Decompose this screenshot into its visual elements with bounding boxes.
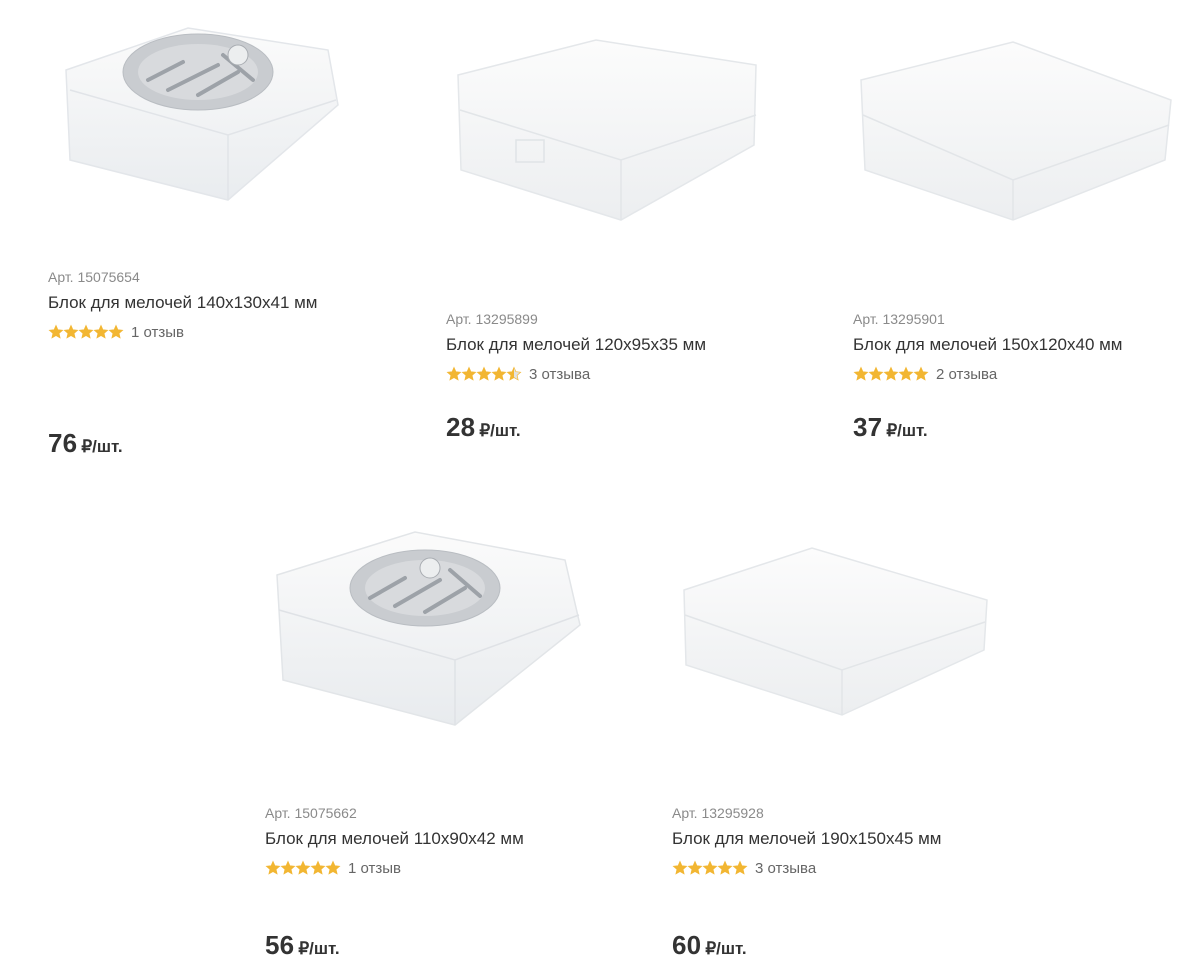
product-image[interactable] <box>446 20 776 260</box>
star-icon <box>732 860 748 875</box>
rating-stars <box>446 366 522 382</box>
star-icon <box>280 860 296 875</box>
rating-stars <box>265 860 341 876</box>
star-icon <box>78 324 94 339</box>
star-icon <box>506 366 522 381</box>
price-unit: ₽/шт. <box>705 939 747 958</box>
storage-box-with-label-icon <box>65 27 339 201</box>
article-number: Арт. 13295901 <box>853 311 945 327</box>
reviews-count[interactable]: 2 отзыва <box>936 366 997 383</box>
star-icon <box>687 860 703 875</box>
article-number: Арт. 13295928 <box>672 805 764 821</box>
reviews-count[interactable]: 3 отзыва <box>529 366 590 383</box>
star-icon <box>461 366 477 381</box>
product-image[interactable] <box>48 10 378 250</box>
reviews-count[interactable]: 3 отзыва <box>755 860 816 877</box>
product-title[interactable]: Блок для мелочей 110x90x42 мм <box>265 828 595 850</box>
rating-stars <box>48 324 124 340</box>
star-icon <box>265 860 281 875</box>
star-icon <box>446 366 462 381</box>
storage-box-icon <box>683 547 988 716</box>
price: 37 ₽/шт. <box>853 412 928 443</box>
storage-box-icon <box>457 39 757 221</box>
product-title[interactable]: Блок для мелочей 120x95x35 мм <box>446 334 776 356</box>
price: 56 ₽/шт. <box>265 930 340 961</box>
rating[interactable]: 1 отзыв <box>265 859 595 877</box>
reviews-count[interactable]: 1 отзыв <box>131 324 184 341</box>
star-icon <box>295 860 311 875</box>
price-value: 37 <box>853 412 883 442</box>
star-icon <box>702 860 718 875</box>
star-icon <box>898 366 914 381</box>
star-icon <box>63 324 79 339</box>
price-unit: ₽/шт. <box>886 421 928 440</box>
price-value: 28 <box>446 412 476 442</box>
rating-stars <box>853 366 929 382</box>
price: 60 ₽/шт. <box>672 930 747 961</box>
price: 76 ₽/шт. <box>48 428 123 459</box>
article-number: Арт. 15075662 <box>265 805 357 821</box>
price: 28 ₽/шт. <box>446 412 521 443</box>
rating[interactable]: 3 отзыва <box>672 859 1002 877</box>
price-value: 60 <box>672 930 702 960</box>
star-icon <box>325 860 341 875</box>
rating[interactable]: 3 отзыва <box>446 365 776 383</box>
rating[interactable]: 1 отзыв <box>48 323 378 341</box>
star-icon <box>48 324 64 339</box>
reviews-count[interactable]: 1 отзыв <box>348 860 401 877</box>
price-value: 76 <box>48 428 78 458</box>
price-unit: ₽/шт. <box>81 437 123 456</box>
rating-stars <box>672 860 748 876</box>
rating[interactable]: 2 отзыва <box>853 365 1183 383</box>
star-icon <box>108 324 124 339</box>
product-title[interactable]: Блок для мелочей 190x150x45 мм <box>672 828 1002 850</box>
star-icon <box>672 860 688 875</box>
star-icon <box>93 324 109 339</box>
product-image[interactable] <box>265 520 595 760</box>
price-unit: ₽/шт. <box>479 421 521 440</box>
price-unit: ₽/шт. <box>298 939 340 958</box>
product-title[interactable]: Блок для мелочей 150x120x40 мм <box>853 334 1183 356</box>
price-value: 56 <box>265 930 295 960</box>
product-title[interactable]: Блок для мелочей 140x130x41 мм <box>48 292 378 314</box>
star-icon <box>868 366 884 381</box>
storage-box-with-label-icon <box>276 531 581 726</box>
product-image[interactable] <box>672 530 1002 770</box>
star-icon <box>913 366 929 381</box>
star-icon <box>853 366 869 381</box>
storage-box-icon <box>860 41 1172 221</box>
star-icon <box>717 860 733 875</box>
article-number: Арт. 13295899 <box>446 311 538 327</box>
star-icon <box>476 366 492 381</box>
article-number: Арт. 15075654 <box>48 269 140 285</box>
star-icon <box>310 860 326 875</box>
star-icon <box>883 366 899 381</box>
product-image[interactable] <box>853 20 1183 260</box>
star-icon <box>491 366 507 381</box>
